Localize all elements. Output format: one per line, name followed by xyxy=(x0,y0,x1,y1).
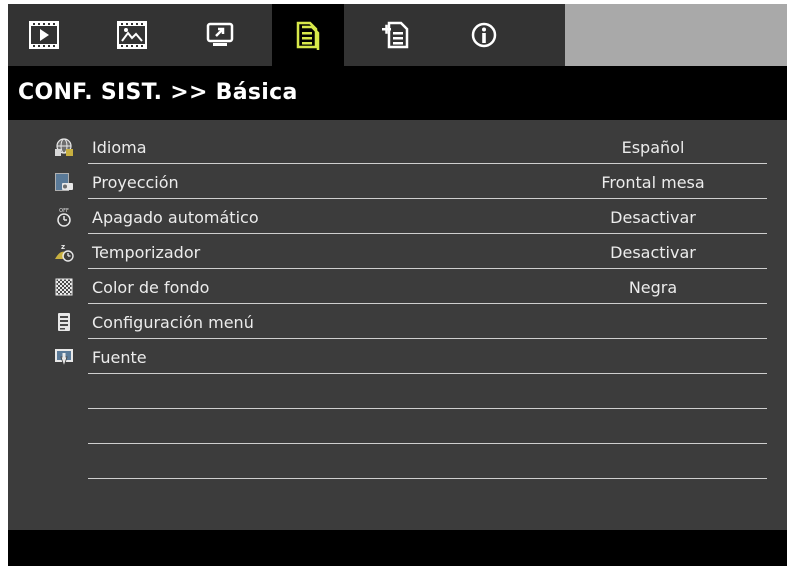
sleep-timer-icon: z xyxy=(55,243,74,262)
row-divider xyxy=(88,198,767,199)
svg-text:z: z xyxy=(61,243,65,251)
menu-item-temporizador[interactable]: z Temporizador Desactivar xyxy=(8,235,787,269)
power-off-timer-icon: OFF xyxy=(57,208,71,227)
row-divider xyxy=(88,478,767,479)
tab-screen[interactable] xyxy=(184,4,256,66)
row-divider xyxy=(88,443,767,444)
tab-setup-basic[interactable] xyxy=(272,4,344,66)
document-add-icon xyxy=(382,21,409,49)
globe-language-icon xyxy=(55,138,73,156)
projector-icon xyxy=(55,173,73,191)
empty-row xyxy=(8,445,787,479)
tab-bar xyxy=(8,4,787,66)
row-divider xyxy=(88,268,767,269)
menu-item-value: Negra xyxy=(628,278,678,297)
info-icon xyxy=(471,22,497,48)
menu-item-value: Español xyxy=(621,138,685,157)
row-divider xyxy=(88,373,767,374)
row-divider xyxy=(88,163,767,164)
bottom-bar xyxy=(8,530,787,566)
empty-row xyxy=(8,375,787,409)
menu-config-icon xyxy=(58,313,70,331)
film-play-icon xyxy=(29,21,59,49)
tab-info[interactable] xyxy=(448,4,520,66)
tab-bar-empty-area xyxy=(565,4,787,66)
menu-item-label: Fuente xyxy=(92,348,147,367)
menu-item-value: Frontal mesa xyxy=(601,173,705,192)
menu-item-fuente[interactable]: Fuente xyxy=(8,340,787,374)
tab-display[interactable] xyxy=(8,4,80,66)
page-title: CONF. SIST. >> Básica xyxy=(18,80,298,105)
row-divider xyxy=(88,408,767,409)
osd-menu: CONF. SIST. >> Básica Idioma Español Pro… xyxy=(8,4,787,566)
source-input-icon xyxy=(55,349,73,367)
row-divider xyxy=(88,303,767,304)
document-setup-icon xyxy=(296,21,320,50)
checker-pattern-icon xyxy=(55,278,73,296)
tab-setup-advanced[interactable] xyxy=(360,4,432,66)
image-picture-icon xyxy=(117,21,147,49)
menu-item-value: Desactivar xyxy=(610,243,696,262)
row-divider xyxy=(88,338,767,339)
menu-item-label: Configuración menú xyxy=(92,313,254,332)
menu-item-proyeccion[interactable]: Proyección Frontal mesa xyxy=(8,165,787,199)
menu-item-value: Desactivar xyxy=(610,208,696,227)
menu-item-idioma[interactable]: Idioma Español xyxy=(8,130,787,164)
title-bar: CONF. SIST. >> Básica xyxy=(8,66,787,120)
menu-item-label: Proyección xyxy=(92,173,179,192)
menu-item-label: Color de fondo xyxy=(92,278,210,297)
screen-display-icon xyxy=(206,22,234,46)
menu-item-label: Temporizador xyxy=(92,243,201,262)
menu-item-label: Idioma xyxy=(92,138,147,157)
menu-item-apagado-automatico[interactable]: OFF Apagado automático Desactivar xyxy=(8,200,787,234)
svg-text:OFF: OFF xyxy=(59,208,69,214)
empty-row xyxy=(8,410,787,444)
menu-item-label: Apagado automático xyxy=(92,208,259,227)
row-divider xyxy=(88,233,767,234)
tab-image[interactable] xyxy=(96,4,168,66)
menu-item-color-de-fondo[interactable]: Color de fondo Negra xyxy=(8,270,787,304)
menu-item-configuracion-menu[interactable]: Configuración menú xyxy=(8,305,787,339)
